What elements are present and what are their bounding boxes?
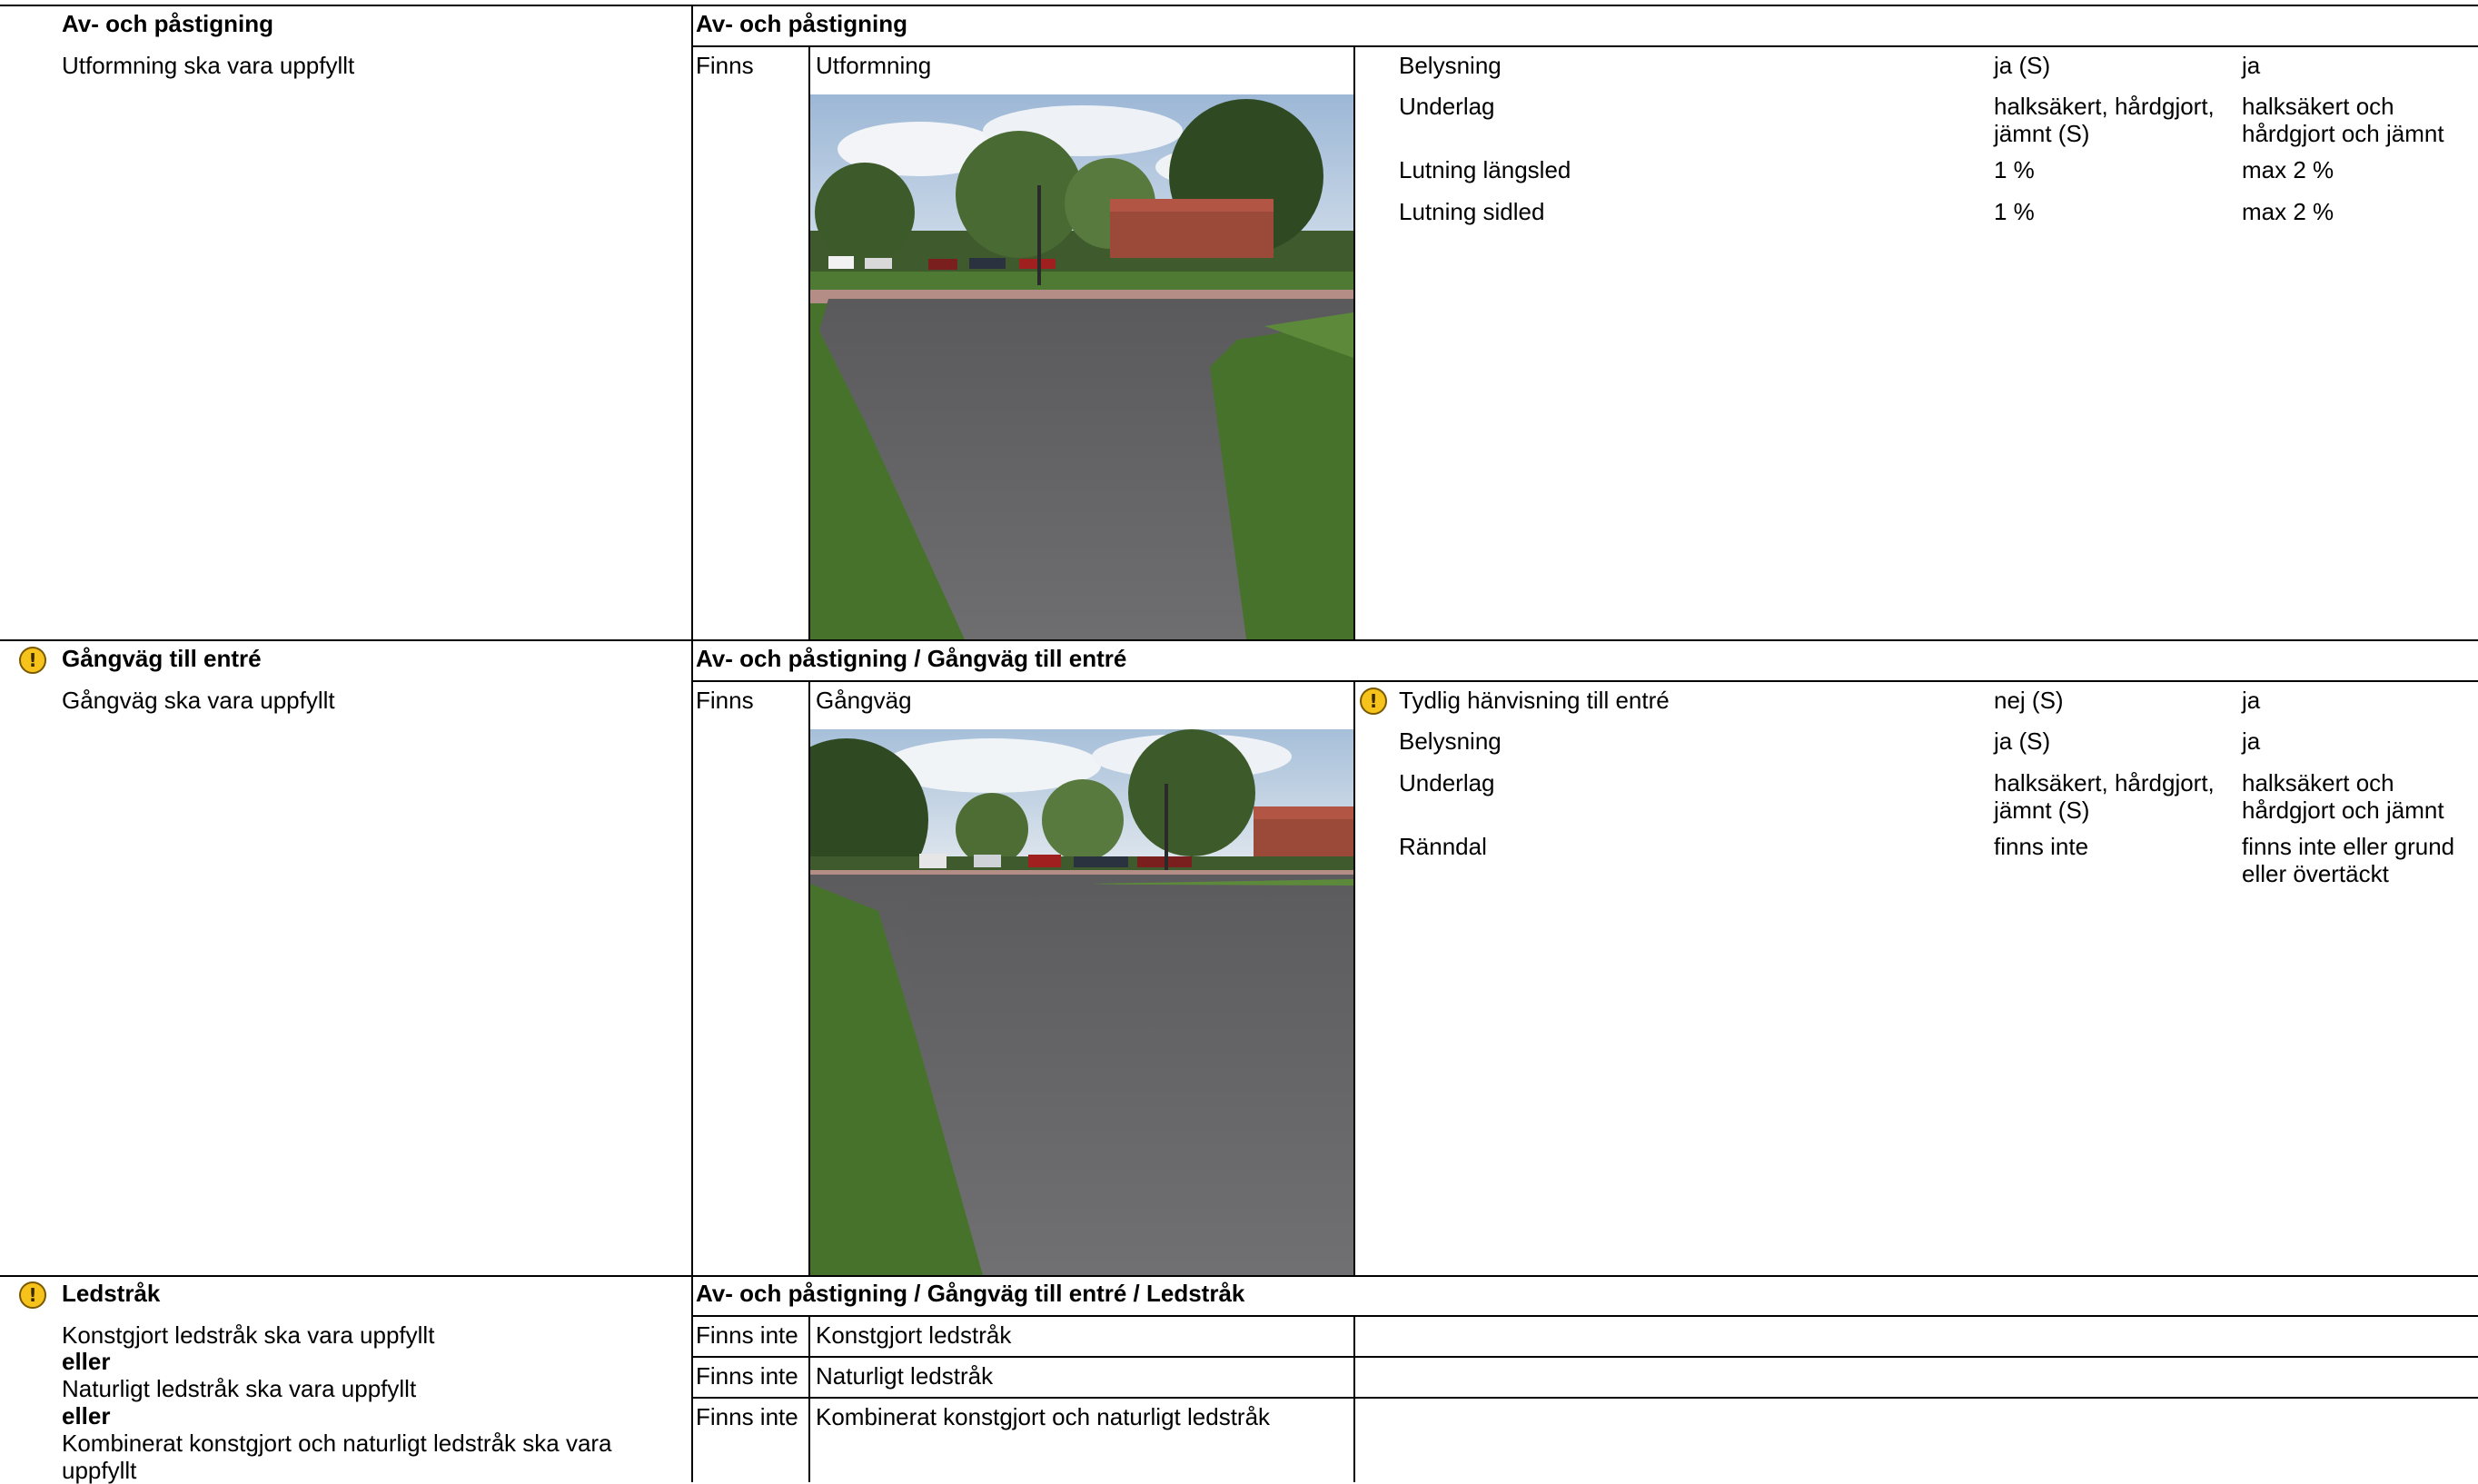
item-name-cell: Kombinerat konstgjort och naturligt leds… bbox=[816, 1403, 1271, 1430]
property-value: ja (S) bbox=[1994, 52, 2051, 79]
left-section-title: Gångväg till entré bbox=[62, 645, 262, 672]
walkway-photo-graphic bbox=[810, 729, 1353, 1275]
property-name: Underlag bbox=[1399, 769, 1495, 796]
path-title: Av- och påstigning / Gångväg till entré bbox=[696, 645, 1127, 672]
left-requirement-or: eller bbox=[62, 1402, 111, 1430]
left-section-title: Av- och påstigning bbox=[62, 10, 274, 37]
status-cell: Finns inte bbox=[696, 1321, 798, 1349]
path-title: Av- och påstigning bbox=[696, 10, 908, 37]
section-divider bbox=[0, 639, 2478, 641]
left-requirement-line: Konstgjort ledstråk ska vara uppfyllt bbox=[62, 1321, 435, 1349]
item-divider bbox=[1353, 680, 1355, 1275]
property-name: Tydlig hänvisning till entré bbox=[1399, 687, 1670, 714]
item-name-cell: Utformning bbox=[816, 52, 932, 79]
row-divider bbox=[691, 1397, 2478, 1399]
item-divider bbox=[1353, 1315, 1355, 1482]
property-name: Ränndal bbox=[1399, 833, 1487, 860]
property-requirement: finns inte eller grund eller övertäckt bbox=[2242, 833, 2455, 887]
left-requirement-or: eller bbox=[62, 1348, 111, 1375]
property-requirement: max 2 % bbox=[2242, 198, 2334, 225]
path-title-underline bbox=[691, 45, 2478, 47]
section-divider bbox=[0, 1275, 2478, 1277]
property-requirement: halksäkert och hårdgjort och jämnt bbox=[2242, 769, 2444, 824]
left-requirement-line: Naturligt ledstråk ska vara uppfyllt bbox=[62, 1375, 417, 1402]
item-name-cell: Gångväg bbox=[816, 687, 912, 714]
property-name: Lutning längsled bbox=[1399, 156, 1571, 183]
status-divider bbox=[808, 1315, 810, 1482]
property-value: halksäkert, hårdgjort, jämnt (S) bbox=[1994, 769, 2215, 824]
left-requirement-line: Kombinerat konstgjort och naturligt leds… bbox=[62, 1430, 612, 1484]
property-value: halksäkert, hårdgjort, jämnt (S) bbox=[1994, 93, 2215, 147]
warning-icon: ! bbox=[1360, 688, 1387, 715]
property-name: Lutning sidled bbox=[1399, 198, 1545, 225]
photo-gangvag bbox=[810, 729, 1353, 1275]
status-cell: Finns bbox=[696, 52, 754, 79]
status-cell: Finns inte bbox=[696, 1403, 798, 1430]
status-cell: Finns inte bbox=[696, 1362, 798, 1390]
path-title-underline bbox=[691, 1315, 2478, 1317]
warning-icon: ! bbox=[19, 1281, 46, 1309]
property-value: nej (S) bbox=[1994, 687, 2064, 714]
left-section-requirement: Utformning ska vara uppfyllt bbox=[62, 52, 355, 79]
path-title: Av- och påstigning / Gångväg till entré … bbox=[696, 1280, 1245, 1307]
top-border bbox=[0, 5, 2478, 6]
property-requirement: ja bbox=[2242, 687, 2261, 714]
photo-utformning bbox=[810, 94, 1353, 639]
property-name: Belysning bbox=[1399, 727, 1502, 755]
property-requirement: ja bbox=[2242, 52, 2261, 79]
property-requirement: halksäkert och hårdgjort och jämnt bbox=[2242, 93, 2444, 147]
property-value: 1 % bbox=[1994, 198, 2035, 225]
column-divider bbox=[691, 5, 693, 1482]
property-value: finns inte bbox=[1994, 833, 2089, 860]
item-name-cell: Konstgjort ledstråk bbox=[816, 1321, 1012, 1349]
path-title-underline bbox=[691, 680, 2478, 682]
item-divider bbox=[1353, 45, 1355, 639]
road-photo-graphic bbox=[810, 94, 1353, 639]
left-section-title: Ledstråk bbox=[62, 1280, 161, 1307]
accessibility-report-page: Av- och påstigning Utformning ska vara u… bbox=[0, 0, 2478, 1484]
item-name-cell: Naturligt ledstråk bbox=[816, 1362, 994, 1390]
property-requirement: ja bbox=[2242, 727, 2261, 755]
row-divider bbox=[691, 1356, 2478, 1358]
property-value: 1 % bbox=[1994, 156, 2035, 183]
left-section-requirement: Gångväg ska vara uppfyllt bbox=[62, 687, 335, 714]
status-cell: Finns bbox=[696, 687, 754, 714]
warning-icon: ! bbox=[19, 647, 46, 674]
property-value: ja (S) bbox=[1994, 727, 2051, 755]
property-name: Underlag bbox=[1399, 93, 1495, 120]
property-requirement: max 2 % bbox=[2242, 156, 2334, 183]
property-name: Belysning bbox=[1399, 52, 1502, 79]
